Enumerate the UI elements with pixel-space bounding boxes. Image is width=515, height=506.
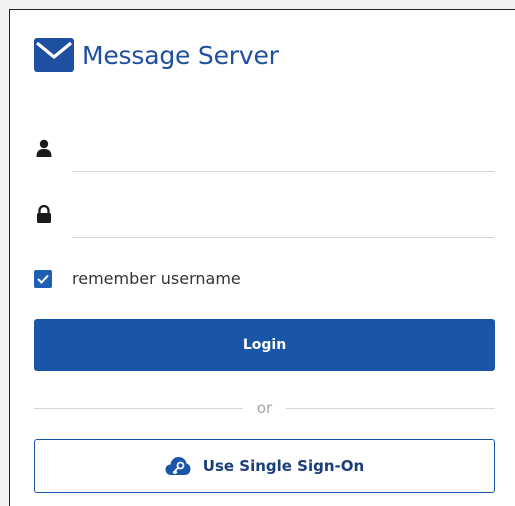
login-button[interactable]: Login: [34, 319, 495, 371]
checkmark-icon: [37, 274, 49, 284]
app-header: Message Server: [34, 38, 279, 72]
divider-text: or: [256, 399, 273, 417]
username-input[interactable]: [72, 133, 494, 172]
envelope-icon: [34, 38, 74, 72]
cloud-key-icon: [165, 457, 191, 475]
remember-username: remember username: [34, 269, 241, 288]
remember-checkbox[interactable]: [34, 269, 52, 288]
username-row: [34, 133, 494, 173]
password-row: [34, 199, 494, 239]
page-title: Message Server: [82, 40, 279, 70]
or-divider: or: [34, 398, 496, 418]
lock-icon: [37, 205, 51, 223]
user-icon: [36, 139, 52, 157]
login-card: Message Server remember username Login o…: [9, 9, 515, 506]
sso-label: Use Single Sign-On: [202, 457, 365, 475]
divider-line-left: [34, 407, 243, 409]
divider-line-right: [286, 407, 496, 409]
password-input[interactable]: [72, 199, 494, 238]
sso-button[interactable]: Use Single Sign-On: [34, 439, 495, 493]
remember-label[interactable]: remember username: [72, 269, 241, 288]
